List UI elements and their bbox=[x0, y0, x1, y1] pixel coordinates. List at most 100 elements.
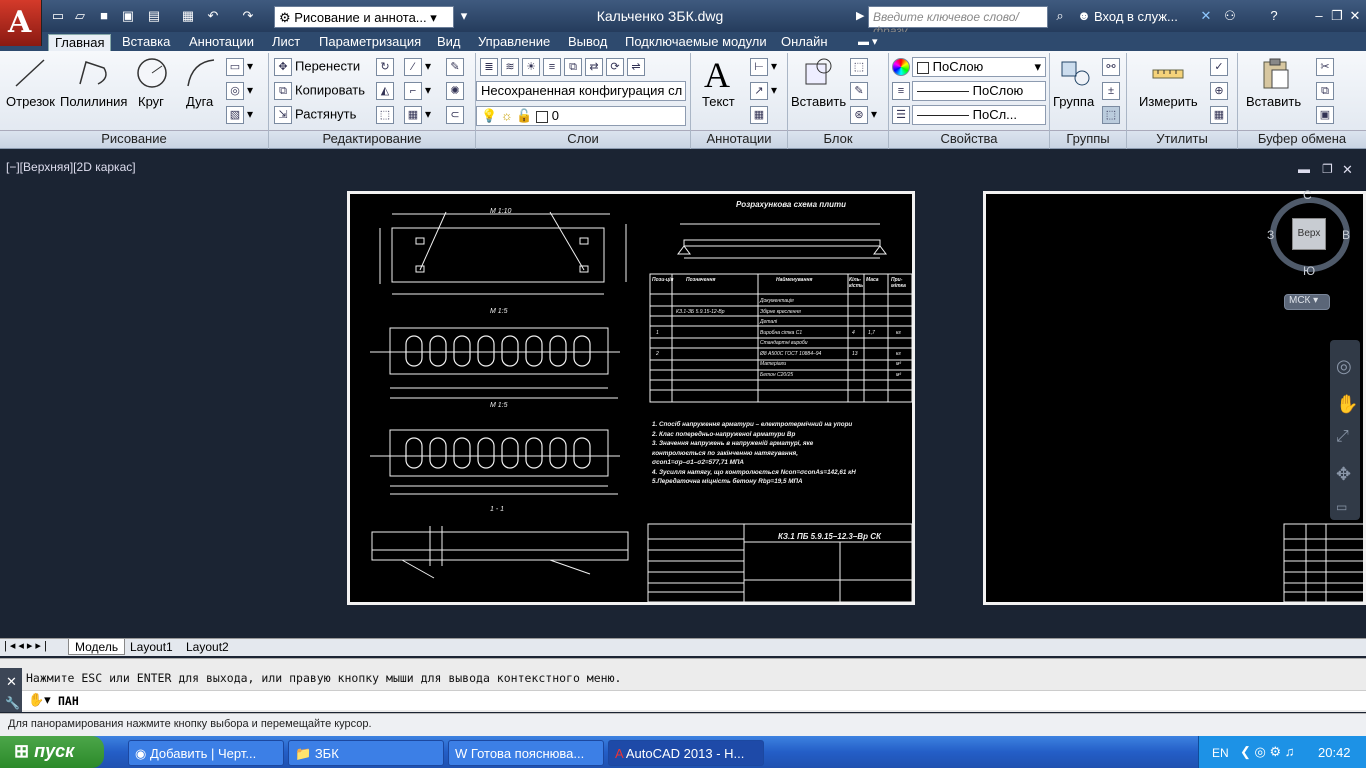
block-panel-title[interactable]: Блок bbox=[788, 130, 888, 148]
annotation-panel-title[interactable]: Аннотации bbox=[691, 130, 787, 148]
command-input[interactable] bbox=[22, 690, 1366, 710]
dimension-icon[interactable]: ⊢ ▾ bbox=[750, 58, 777, 76]
pan-icon[interactable]: ✋ bbox=[1336, 394, 1358, 415]
arc-button[interactable]: Дуга bbox=[186, 94, 213, 109]
compass-east-label[interactable]: В bbox=[1342, 228, 1350, 242]
array-icon[interactable]: ▦ ▾ bbox=[404, 106, 431, 124]
tab-insert[interactable]: Вставка bbox=[116, 34, 176, 52]
tab-output[interactable]: Вывод bbox=[562, 34, 613, 52]
rotate-icon[interactable]: ↻ bbox=[376, 58, 397, 76]
linetype-dropdown[interactable]: ———— ПоСлою bbox=[912, 81, 1046, 101]
clipboard-panel-title[interactable]: Буфер обмена bbox=[1238, 130, 1366, 148]
viewport-restore-icon[interactable]: ❐ bbox=[1322, 162, 1333, 176]
binoculars-icon[interactable]: ⌕ bbox=[1052, 8, 1068, 24]
layout-nav-arrows-icon[interactable]: |◂◂▸▸| bbox=[4, 639, 50, 652]
layer-state-dropdown[interactable]: Несохраненная конфигурация сл bbox=[476, 81, 686, 101]
open-file-icon[interactable]: ▱ bbox=[72, 8, 88, 24]
taskbar-item-autocad[interactable]: A AutoCAD 2013 - Н... bbox=[608, 740, 764, 766]
text-button[interactable]: Текст bbox=[702, 94, 735, 109]
edit-block-icon[interactable]: ✎ bbox=[850, 82, 871, 100]
minimize-icon[interactable]: – bbox=[1310, 8, 1328, 24]
exchange-icon[interactable]: ✕ bbox=[1198, 8, 1214, 24]
table-icon[interactable]: ▦ bbox=[750, 106, 771, 124]
help-icon[interactable]: ? bbox=[1266, 8, 1282, 24]
scale-icon[interactable]: ⬚ bbox=[376, 106, 397, 124]
start-button[interactable]: ⊞ пуск bbox=[0, 736, 104, 768]
insert-button[interactable]: Вставить bbox=[791, 94, 846, 109]
redo-icon[interactable]: ↷ bbox=[240, 8, 256, 24]
trim-icon[interactable]: ⁄ ▾ bbox=[404, 58, 431, 76]
group-select-icon[interactable]: ⬚ bbox=[1102, 106, 1123, 124]
utilities-panel-title[interactable]: Утилиты bbox=[1127, 130, 1237, 148]
tab-home[interactable]: Главная bbox=[48, 34, 112, 52]
line-button[interactable]: Отрезок bbox=[6, 94, 55, 109]
viewport-controls-label[interactable]: [−][Верхняя][2D каркас] bbox=[6, 160, 136, 174]
modify-panel-title[interactable]: Редактирование bbox=[269, 130, 475, 148]
create-block-icon[interactable]: ⬚ bbox=[850, 58, 871, 76]
hatch-icon[interactable]: ◎ ▾ bbox=[226, 82, 253, 100]
copy-with-base-icon[interactable]: ▣ bbox=[1316, 106, 1337, 124]
tab-layout1[interactable]: Layout1 bbox=[124, 639, 179, 655]
application-menu-button[interactable]: A bbox=[0, 0, 42, 46]
layers-panel-title[interactable]: Слои bbox=[476, 130, 690, 148]
quick-select-icon[interactable]: ✓ bbox=[1210, 58, 1231, 76]
properties-panel-title[interactable]: Свойства bbox=[889, 130, 1049, 148]
color-dropdown[interactable]: ПоСлою ▾ bbox=[912, 57, 1046, 77]
tab-view[interactable]: Вид bbox=[431, 34, 467, 52]
steering-wheel-icon[interactable]: ◎ bbox=[1336, 356, 1352, 377]
id-point-icon[interactable]: ⊕ bbox=[1210, 82, 1231, 100]
group-button[interactable]: Группа bbox=[1053, 94, 1094, 109]
zoom-extents-icon[interactable]: ⤢ bbox=[1336, 428, 1349, 446]
print-icon[interactable]: ▦ bbox=[180, 8, 196, 24]
copy-clip-icon[interactable]: ⧉ bbox=[1316, 82, 1337, 100]
search-input[interactable]: Введите ключевое слово/фразу bbox=[868, 6, 1048, 38]
taskbar-item-chrome[interactable]: ◉ Добавить | Черт... bbox=[128, 740, 284, 766]
taskbar-item-word[interactable]: W Готова пояснюва... bbox=[448, 740, 604, 766]
compass-north-label[interactable]: С bbox=[1303, 188, 1312, 202]
compass-west-label[interactable]: З bbox=[1267, 228, 1274, 242]
tab-model[interactable]: Модель bbox=[68, 639, 126, 655]
command-close-icon[interactable]: ✕ bbox=[6, 674, 17, 690]
tray-icons[interactable]: ❮ ◎ ⚙ ♫ bbox=[1240, 744, 1294, 760]
lineweight-dropdown[interactable]: ———— ПоСл... bbox=[912, 105, 1046, 125]
taskbar-item-folder[interactable]: 📁 ЗБК bbox=[288, 740, 444, 766]
hatch-pattern-icon[interactable]: ▧ ▾ bbox=[226, 106, 253, 124]
cut-icon[interactable]: ✂ bbox=[1316, 58, 1337, 76]
calculator-icon[interactable]: ▦ bbox=[1210, 106, 1231, 124]
draw-panel-title[interactable]: Рисование bbox=[0, 130, 268, 148]
command-customize-icon[interactable]: 🔧 bbox=[5, 696, 20, 710]
tab-online[interactable]: Онлайн bbox=[775, 34, 834, 52]
ribbon-toggle-icon[interactable]: ▬ ▾ bbox=[858, 35, 878, 48]
copy-button[interactable]: ⧉ Копировать bbox=[274, 82, 365, 100]
ungroup-icon[interactable]: ⚯ bbox=[1102, 58, 1123, 76]
connect-icon[interactable]: ⚇ bbox=[1222, 8, 1238, 24]
attribute-icon[interactable]: ⊛ ▾ bbox=[850, 106, 877, 124]
quick-access-dropdown-icon[interactable]: ▾ bbox=[456, 8, 472, 24]
tab-layout[interactable]: Лист bbox=[266, 34, 306, 52]
circle-button[interactable]: Круг bbox=[138, 94, 164, 109]
group-edit-icon[interactable]: ± bbox=[1102, 82, 1123, 100]
hand-cursor-icon[interactable]: ✋▾ bbox=[28, 692, 51, 708]
rectangle-icon[interactable]: ▭ ▾ bbox=[226, 58, 253, 76]
clock[interactable]: 20:42 bbox=[1318, 745, 1351, 760]
offset-icon[interactable]: ⊂ bbox=[446, 106, 467, 124]
workspace-switcher[interactable]: ⚙ Рисование и аннота... ▾ bbox=[274, 6, 454, 28]
mirror-icon[interactable]: ◭ bbox=[376, 82, 397, 100]
tab-layout2[interactable]: Layout2 bbox=[180, 639, 235, 655]
erase-icon[interactable]: ✎ bbox=[446, 58, 467, 76]
undo-icon[interactable]: ↶ bbox=[205, 8, 221, 24]
showmotion-icon[interactable]: ▭ bbox=[1336, 500, 1347, 514]
viewport-minimize-icon[interactable]: ▬ bbox=[1298, 162, 1310, 176]
publish-icon[interactable]: ▤ bbox=[146, 8, 162, 24]
layer-properties-icon[interactable]: ≣ ≋ ☀ ≡ ⧉ ⇄ ⟳ ⇌ bbox=[480, 58, 648, 76]
groups-panel-title[interactable]: Группы bbox=[1050, 130, 1126, 148]
viewcube-top-face[interactable]: Верх bbox=[1292, 218, 1326, 250]
close-icon[interactable]: ✕ bbox=[1346, 8, 1364, 24]
measure-button[interactable]: Измерить bbox=[1139, 94, 1198, 109]
user-icon[interactable]: ☻ bbox=[1076, 8, 1092, 24]
save-icon[interactable]: ■ bbox=[96, 8, 112, 24]
match-properties-icon[interactable] bbox=[892, 58, 913, 76]
language-indicator[interactable]: EN bbox=[1212, 746, 1229, 760]
move-button[interactable]: ✥ Перенести bbox=[274, 58, 360, 76]
compass-south-label[interactable]: Ю bbox=[1303, 264, 1315, 278]
